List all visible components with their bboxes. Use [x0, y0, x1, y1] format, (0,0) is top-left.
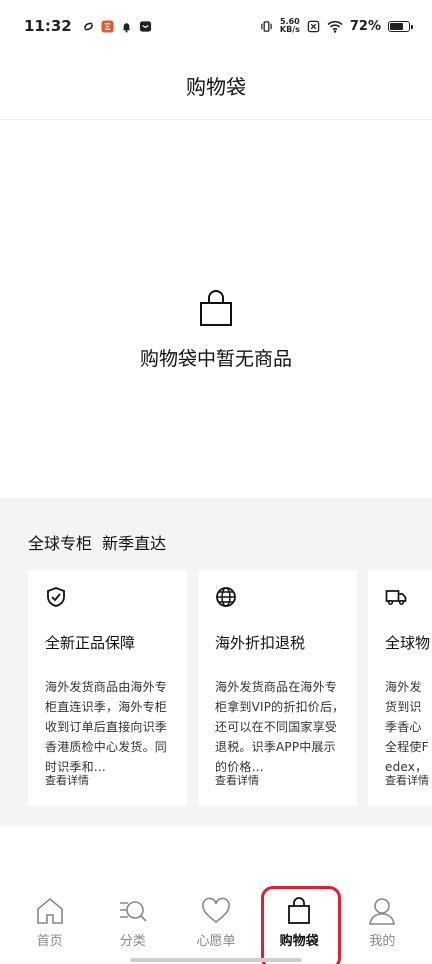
card-body: 海外发货到识季香心全程使Fedex，在中国大 [385, 680, 429, 774]
home-icon [36, 897, 63, 924]
promo-section: 全球专柜 新季直达 全新正品保障 海外发货商品由海外专柜直连识季，海外专柜收到订… [0, 498, 432, 826]
card-more-link[interactable]: 查看详情 [385, 772, 429, 788]
card-title: 海外折扣退税 [215, 634, 306, 652]
promo-card-authentic[interactable]: 全新正品保障 海外发货商品由海外专柜直连识季，海外专柜收到订单后直接向识季香港质… [28, 570, 187, 806]
battery-percent: 72% [349, 18, 381, 34]
tab-label: 购物袋 [279, 934, 319, 949]
promo-card-logistics[interactable]: 全球物 海外发货到识季香心全程使Fedex，在中国大 查看详情 [368, 570, 432, 806]
page-title: 购物袋 [186, 75, 246, 99]
network-speed: 5.60 KB/s [280, 18, 300, 34]
tab-label: 我的 [369, 934, 396, 949]
vibrate-icon [261, 20, 272, 32]
status-bar: 11:32 5.60 KB/s 72% [0, 0, 432, 52]
home-indicator[interactable] [130, 958, 302, 962]
promo-cards[interactable]: 全新正品保障 海外发货商品由海外专柜直连识季，海外专柜收到订单后直接向识季香港质… [28, 570, 432, 806]
status-left: 11:32 [24, 17, 152, 35]
tab-category[interactable]: 分类 [98, 880, 168, 949]
card-title: 全球物 [385, 634, 431, 652]
battery-icon [388, 20, 413, 32]
shield-check-icon [47, 587, 65, 607]
message-icon [139, 20, 151, 32]
promo-title: 全球专柜 新季直达 [28, 534, 167, 553]
cart-screen: 11:32 5.60 KB/s 72% 购物袋 购物袋中暂无商品 全球专柜 新季… [0, 0, 432, 964]
category-search-icon [119, 901, 147, 922]
card-more-link[interactable]: 查看详情 [215, 772, 259, 788]
card-body: 海外发货商品由海外专柜直连识季，海外专柜收到订单后直接向识季香港质检中心发货。同… [45, 680, 168, 774]
shopping-bag-icon [288, 897, 311, 924]
tab-label: 分类 [119, 934, 146, 949]
page-header: 购物袋 [0, 52, 432, 120]
card-body: 海外发货商品在海外专柜拿到VIP的折扣价后，还可以在不同国家享受退税。识季APP… [215, 680, 345, 774]
status-time: 11:32 [24, 17, 72, 35]
empty-cart-state: 购物袋中暂无商品 [0, 290, 432, 371]
no-sim-icon [307, 20, 320, 32]
globe-icon [216, 587, 236, 607]
wifi-icon [327, 20, 343, 33]
status-right: 5.60 KB/s 72% [260, 18, 413, 34]
tab-label: 首页 [36, 934, 63, 949]
bottom-tab-bar: 首页 分类 心愿单 购物袋 我的 [0, 880, 432, 964]
heart-icon [202, 897, 230, 924]
card-title: 全新正品保障 [45, 634, 136, 652]
tab-label: 心愿单 [196, 934, 236, 949]
tab-home[interactable]: 首页 [15, 880, 85, 949]
bell-icon [122, 22, 130, 33]
tab-wishlist[interactable]: 心愿单 [181, 880, 251, 949]
tab-shopping-bag[interactable]: 购物袋 [261, 880, 342, 964]
truck-icon [385, 590, 407, 606]
promo-card-tax-refund[interactable]: 海外折扣退税 海外发货商品在海外专柜拿到VIP的折扣价后，还可以在不同国家享受退… [198, 570, 357, 806]
sync-icon [83, 22, 93, 30]
empty-cart-message: 购物袋中暂无商品 [139, 348, 292, 370]
shopping-bag-icon [200, 290, 232, 326]
card-more-link[interactable]: 查看详情 [45, 772, 89, 788]
tab-profile[interactable]: 我的 [347, 880, 417, 949]
net-speed-unit: KB/s [279, 25, 300, 34]
app-notification-icon [101, 19, 114, 33]
user-icon [369, 898, 396, 925]
